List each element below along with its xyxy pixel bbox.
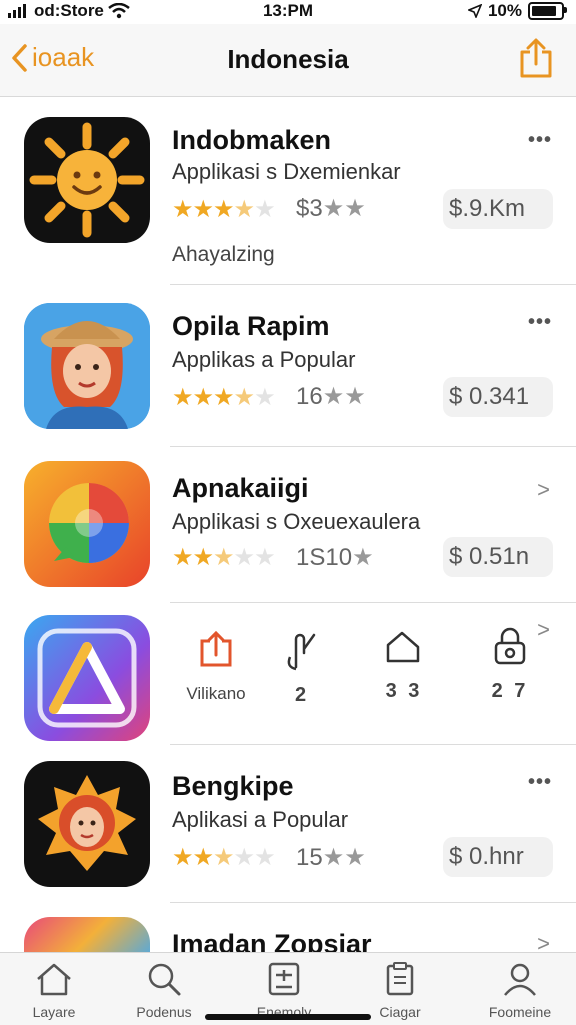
- app-row[interactable]: Indobmaken Applikasi s Dxemienkar ★★★★★ …: [0, 97, 576, 285]
- rating-count: 15★★: [296, 844, 366, 871]
- app-icon-avatar[interactable]: [24, 761, 150, 887]
- app-list: Indobmaken Applikasi s Dxemienkar ★★★★★ …: [0, 97, 576, 963]
- page-title: Indonesia: [227, 44, 349, 74]
- rating-count: 16★★: [296, 383, 366, 410]
- touch-icon: [287, 633, 316, 671]
- action-count: 3 3: [385, 680, 423, 702]
- app-row[interactable]: Apnakaiigi Applikasi s Oxeuexaulera ★★★★…: [0, 447, 576, 603]
- app-name: Apnakaiigi: [172, 473, 309, 503]
- lock-icon: [494, 627, 526, 665]
- share-icon: [200, 630, 232, 667]
- price-button[interactable]: $ 0.hnr: [443, 837, 553, 877]
- tag-icon: [386, 631, 420, 663]
- rating-stars: ★★★★★: [172, 844, 276, 871]
- rating-stars: ★★★★★: [172, 196, 276, 223]
- share-icon: [520, 38, 552, 78]
- more-icon[interactable]: •••: [528, 311, 552, 334]
- price-button[interactable]: $.9.Km: [443, 189, 553, 229]
- app-row[interactable]: Opila Rapim Applikas a Popular ★★★★★ 16★…: [0, 285, 576, 447]
- tab-ciagar[interactable]: Ciagar: [350, 961, 450, 1020]
- app-subtitle: Applikasi s Oxeuexaulera: [172, 509, 421, 534]
- price-button[interactable]: $ 0.341: [443, 377, 553, 417]
- clipboard-icon: [386, 962, 414, 996]
- action-tag[interactable]: 3 3: [360, 627, 448, 703]
- tab-enemoly[interactable]: Enemoly: [234, 961, 334, 1020]
- price-button[interactable]: $ 0.51n: [443, 537, 553, 577]
- tab-label: Foomeine: [488, 1004, 552, 1020]
- share-button[interactable]: [518, 38, 554, 85]
- navigation-bar: ioaak Indonesia: [0, 24, 576, 97]
- app-row[interactable]: Vilikano 2 3 3 2 7 >: [0, 603, 576, 745]
- tab-podenus[interactable]: Podenus: [114, 961, 214, 1020]
- action-touch[interactable]: 2: [258, 627, 346, 707]
- tab-layare[interactable]: Layare: [4, 961, 104, 1020]
- app-icon-girl[interactable]: [24, 303, 150, 429]
- chevron-right-icon[interactable]: >: [537, 617, 550, 643]
- action-label: Vilikano: [186, 684, 246, 703]
- tab-label: Podenus: [136, 1004, 192, 1020]
- app-icon-sun[interactable]: [24, 117, 150, 243]
- app-subtitle: Applikasi s Dxemienkar: [172, 159, 401, 184]
- app-subtitle: Aplikasi a Popular: [172, 807, 349, 832]
- battery-percent: 10%: [487, 1, 522, 20]
- rating-count: 1S10★: [296, 544, 374, 571]
- app-icon-triangle[interactable]: [24, 615, 150, 741]
- app-icon-swirl[interactable]: [24, 461, 150, 587]
- chevron-right-icon[interactable]: >: [537, 477, 550, 503]
- app-status: Ahayalzing: [172, 243, 275, 266]
- home-indicator: [205, 1014, 371, 1020]
- more-icon[interactable]: •••: [528, 771, 552, 794]
- rating-stars: ★★★★★: [172, 544, 276, 571]
- person-icon: [504, 963, 536, 996]
- action-count: 2 7: [491, 680, 529, 702]
- rating-count: $3★★: [296, 195, 366, 222]
- search-icon: [148, 963, 181, 996]
- app-name: Opila Rapim: [172, 311, 330, 341]
- app-subtitle: Applikas a Popular: [172, 347, 356, 372]
- more-icon[interactable]: •••: [528, 129, 552, 152]
- home-icon: [37, 963, 71, 996]
- rating-stars: ★★★★★: [172, 384, 276, 411]
- action-count: 2: [294, 684, 310, 706]
- app-row[interactable]: Bengkipe Aplikasi a Popular ★★★★★ 15★★ $…: [0, 745, 576, 903]
- app-name: Indobmaken: [172, 125, 332, 155]
- battery-icon: [528, 2, 567, 20]
- action-buttons: Vilikano 2 3 3 2 7: [172, 627, 552, 723]
- app-name: Bengkipe: [172, 771, 294, 801]
- location-icon: [467, 4, 482, 18]
- status-bar: od:Store 13:PM 10%: [0, 0, 576, 24]
- action-share[interactable]: Vilikano: [172, 627, 260, 704]
- tab-label: Layare: [32, 1004, 76, 1020]
- calculator-icon: [268, 962, 300, 996]
- tab-foomeine[interactable]: Foomeine: [470, 961, 570, 1020]
